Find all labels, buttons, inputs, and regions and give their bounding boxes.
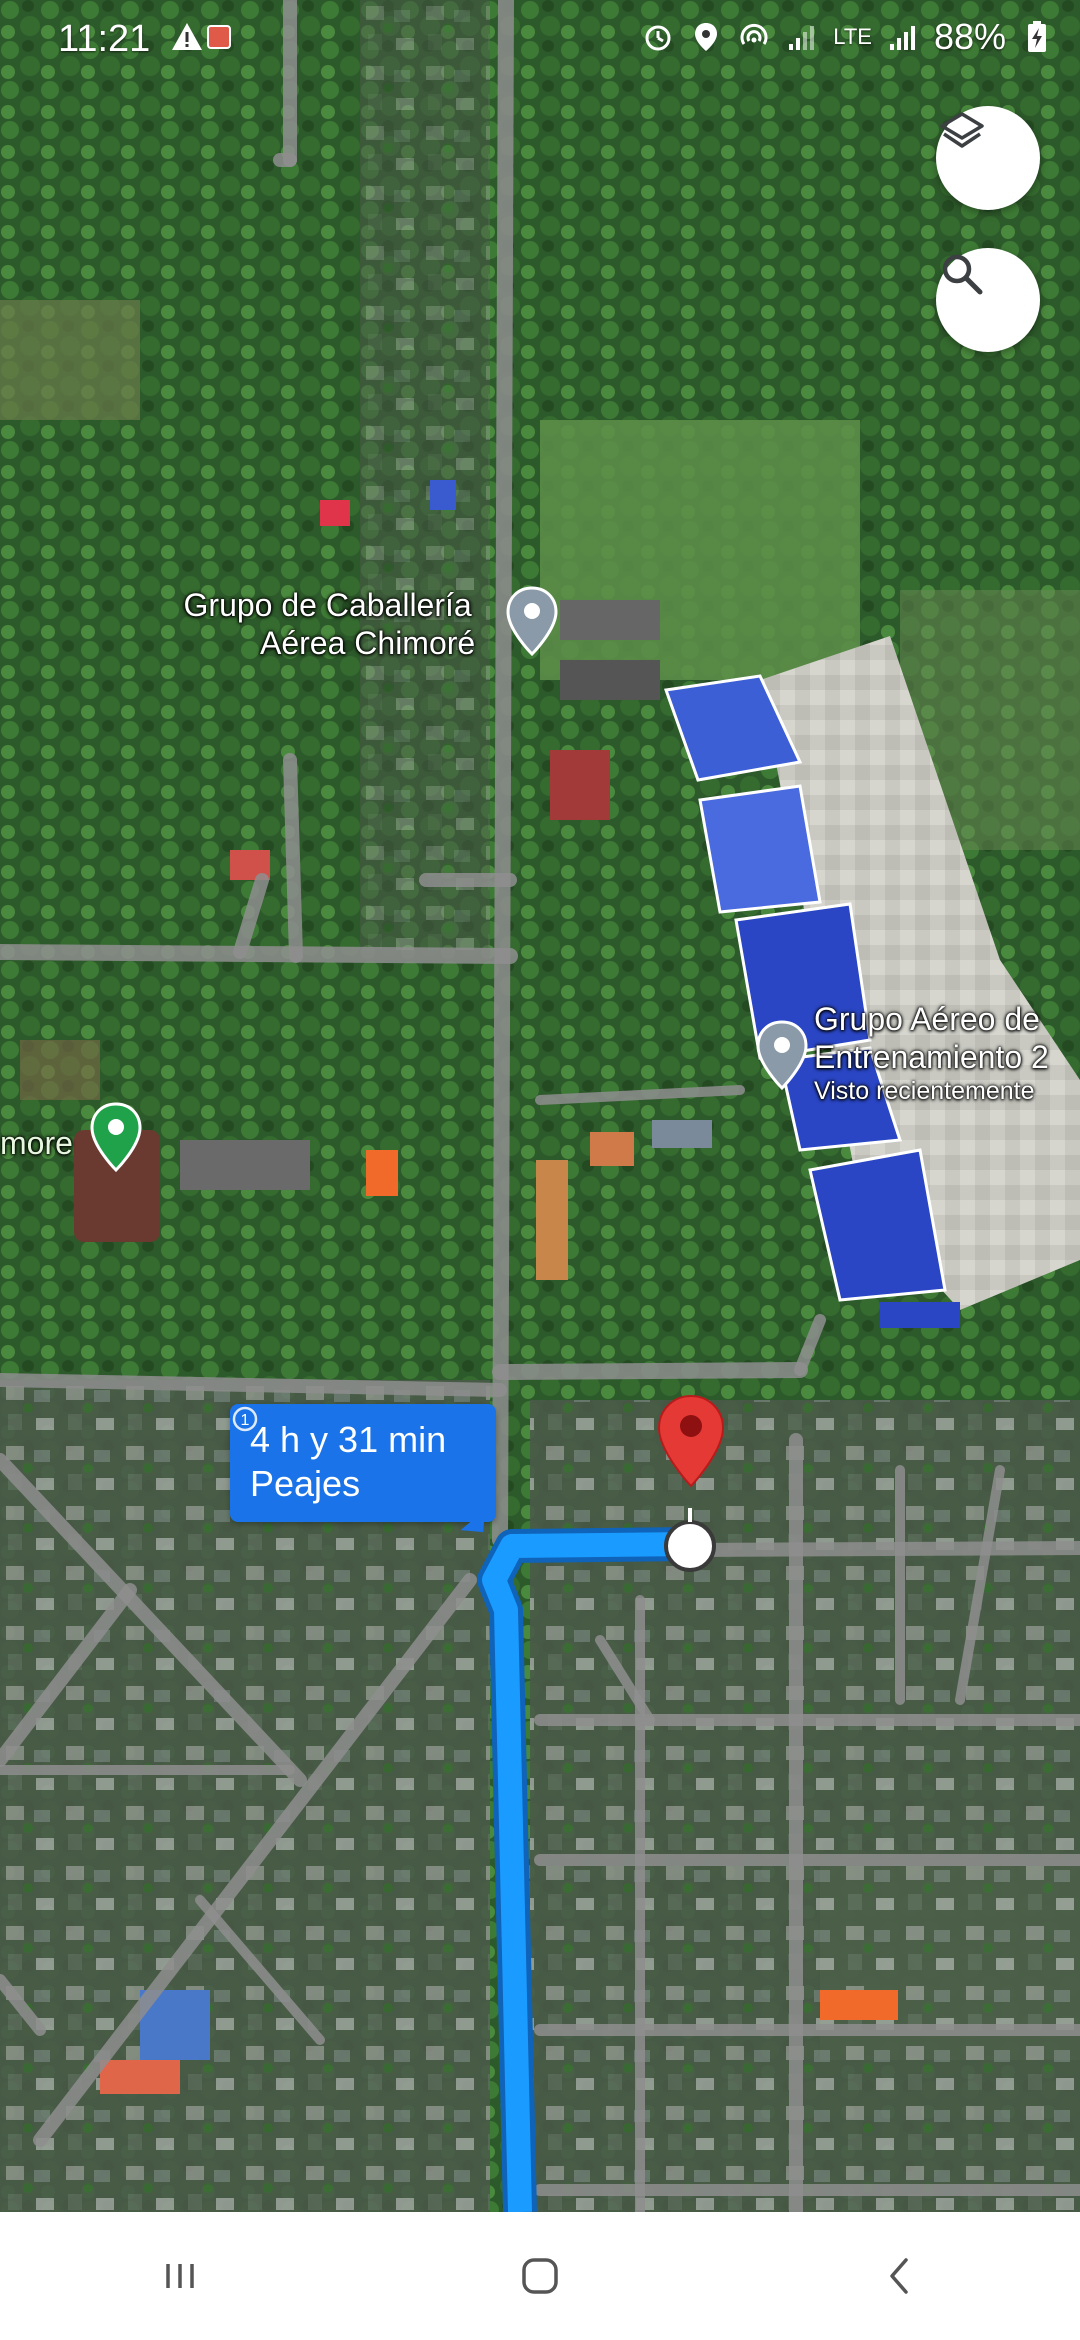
hotspot-icon bbox=[740, 23, 768, 45]
place-label-subtitle: Visto recientemente bbox=[814, 1077, 1035, 1105]
signal-icon bbox=[889, 26, 915, 50]
svg-text:1: 1 bbox=[241, 1412, 250, 1429]
battery-level: 88% bbox=[933, 16, 1006, 57]
place-label-caballeria[interactable]: Grupo de Caballería Aérea Chimoré bbox=[180, 586, 476, 662]
place-pin-icon[interactable] bbox=[90, 1102, 142, 1172]
recents-button[interactable] bbox=[120, 2236, 240, 2316]
status-bar: 11:21 LTE 88% bbox=[0, 0, 1080, 84]
map-view[interactable]: Grupo de Caballería Aérea Chimoré Grupo … bbox=[0, 0, 1080, 2212]
place-label-line: Grupo de Caballería bbox=[183, 587, 472, 623]
route-tolls: Peajes 1 bbox=[232, 1406, 476, 1506]
route-info-bubble[interactable]: 4 h y 31 min Peajes 1 bbox=[230, 1404, 496, 1522]
recents-icon bbox=[166, 2264, 194, 2288]
warning-icon bbox=[172, 23, 202, 50]
status-time: 11:21 bbox=[58, 18, 151, 60]
route-tolls-label: Peajes bbox=[250, 1463, 361, 1504]
back-button[interactable] bbox=[840, 2236, 960, 2316]
place-label-more[interactable]: more bbox=[0, 1124, 73, 1162]
route-endpoint bbox=[664, 1520, 716, 1572]
status-indicators: LTE 88% bbox=[641, 16, 1054, 58]
battery-charging-icon bbox=[1028, 21, 1046, 52]
route-duration: 4 h y 31 min bbox=[250, 1419, 447, 1460]
place-label-line: Entrenamiento 2 bbox=[814, 1039, 1049, 1075]
home-icon bbox=[522, 2258, 558, 2294]
place-pin-icon[interactable] bbox=[756, 1020, 808, 1090]
place-label-grupo-aereo[interactable]: Grupo Aéreo de Entrenamiento 2 Visto rec… bbox=[814, 1000, 1049, 1106]
search-button[interactable] bbox=[936, 248, 1040, 352]
search-icon bbox=[942, 254, 983, 295]
location-icon bbox=[695, 23, 718, 51]
network-type: LTE bbox=[833, 24, 872, 49]
satellite-imagery bbox=[0, 0, 1080, 2212]
back-icon bbox=[890, 2258, 908, 2294]
system-nav-bar bbox=[0, 2212, 1080, 2340]
toll-icon: 1 bbox=[232, 1406, 258, 1432]
home-button[interactable] bbox=[480, 2236, 600, 2316]
destination-pin-icon[interactable] bbox=[656, 1394, 726, 1490]
signal-icon bbox=[789, 26, 815, 50]
layers-icon bbox=[940, 112, 984, 148]
place-label-line: Grupo Aéreo de bbox=[814, 1001, 1040, 1037]
notification-icon bbox=[207, 25, 231, 49]
alarm-icon bbox=[645, 25, 671, 51]
place-label-line: Aérea Chimoré bbox=[260, 625, 476, 661]
layers-button[interactable] bbox=[936, 106, 1040, 210]
place-pin-icon[interactable] bbox=[506, 586, 558, 656]
